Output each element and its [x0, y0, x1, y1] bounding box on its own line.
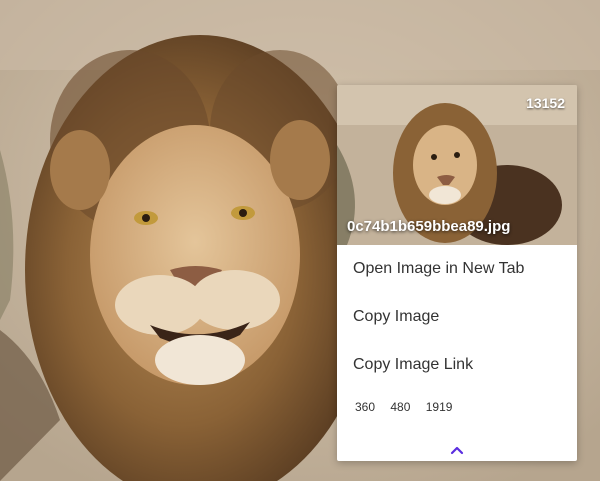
image-size-options: 360 480 1919: [337, 395, 577, 419]
size-option-360[interactable]: 360: [355, 400, 375, 414]
chevron-up-icon[interactable]: [450, 445, 464, 455]
image-thumbnail[interactable]: 13152 0c74b1b659bbea89.jpg: [337, 85, 577, 245]
open-image-new-tab-item[interactable]: Open Image in New Tab: [337, 245, 577, 293]
copy-image-item[interactable]: Copy Image: [337, 293, 577, 341]
size-option-1919[interactable]: 1919: [426, 400, 453, 414]
image-filename: 0c74b1b659bbea89.jpg: [347, 218, 511, 235]
copy-image-link-item[interactable]: Copy Image Link: [337, 341, 577, 389]
image-context-popup: 13152 0c74b1b659bbea89.jpg Open Image in…: [337, 85, 577, 461]
image-count-badge: 13152: [526, 95, 565, 111]
size-option-480[interactable]: 480: [390, 400, 410, 414]
